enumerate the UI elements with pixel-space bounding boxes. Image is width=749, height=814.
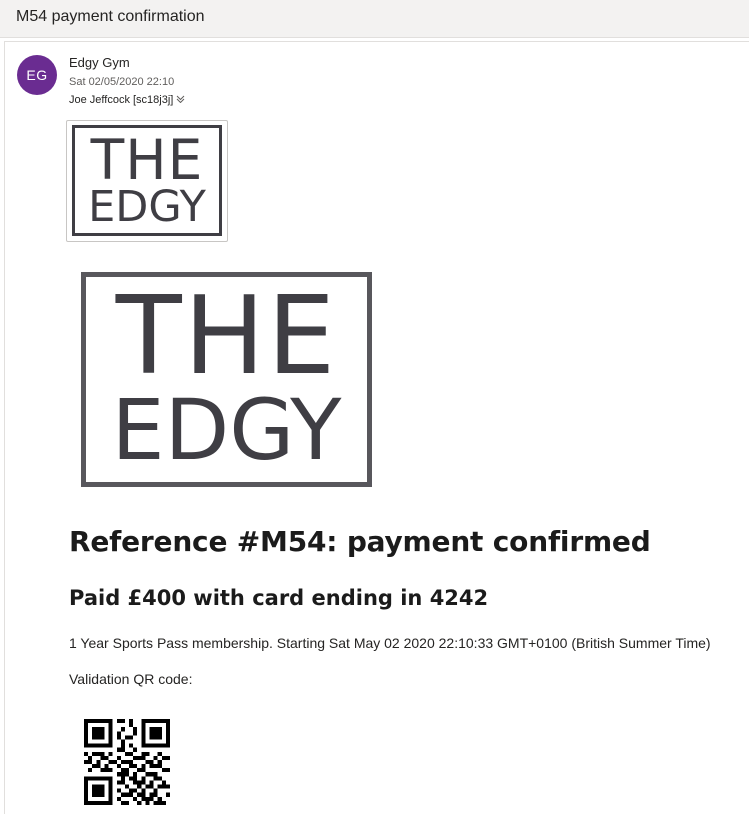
- payment-subheading: Paid £400 with card ending in 4242: [69, 586, 489, 610]
- logo-small-line1: THE: [90, 128, 204, 192]
- email-subject: M54 payment confirmation: [0, 0, 749, 38]
- logo-large-line1: THE: [115, 274, 338, 399]
- recipient-line[interactable]: Joe Jeffcock [sc18j3j]: [69, 94, 185, 106]
- chevron-down-icon[interactable]: [176, 94, 185, 106]
- logo-small-image: THE EDGY: [72, 125, 222, 236]
- qr-label: Validation QR code:: [69, 671, 193, 687]
- avatar[interactable]: EG: [17, 55, 57, 95]
- confirmation-heading: Reference #M54: payment confirmed: [69, 525, 651, 558]
- sender-name[interactable]: Edgy Gym: [69, 55, 130, 70]
- membership-description: 1 Year Sports Pass membership. Starting …: [69, 635, 711, 651]
- recipient-name[interactable]: Joe Jeffcock [sc18j3j]: [69, 94, 173, 106]
- logo-large-line2: EDGY: [111, 381, 342, 479]
- logo-large-image: THE EDGY: [81, 272, 372, 487]
- sent-date: Sat 02/05/2020 22:10: [69, 76, 175, 88]
- qr-code-image: [84, 719, 170, 805]
- logo-small-line2: EDGY: [88, 182, 206, 232]
